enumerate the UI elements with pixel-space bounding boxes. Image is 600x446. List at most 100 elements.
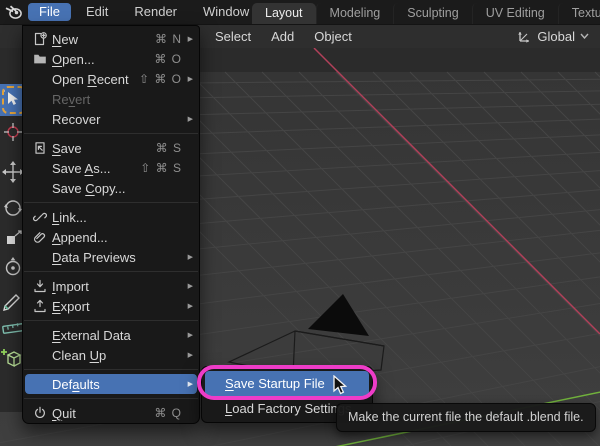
menu-item-shortcut: ⌘ O [154, 52, 182, 66]
save-icon [28, 141, 52, 155]
menu-item-clean-up[interactable]: Clean Up ▶ [25, 345, 197, 365]
menu-item-revert: Revert [25, 89, 197, 109]
menu-item-quit[interactable]: Quit ⌘ Q [25, 403, 197, 423]
rotate-tool[interactable] [0, 196, 22, 224]
menubar-item-render[interactable]: Render [123, 3, 188, 21]
menu-item-label: Append... [52, 229, 108, 245]
export-icon [28, 299, 52, 313]
blender-logo[interactable] [0, 0, 26, 24]
submenu-arrow-icon: ▶ [187, 352, 193, 359]
measure-tool-icon [0, 316, 22, 345]
folder-open-icon [28, 52, 52, 66]
annotation-ring [197, 365, 377, 400]
menu-item-label: Export [52, 298, 90, 314]
menubar-item-window[interactable]: Window [192, 3, 260, 21]
menu-item-label: Data Previews [52, 249, 136, 265]
menu-item-shortcut: ⇧ ⌘ S [140, 161, 182, 175]
topbar: FileEditRenderWindowHelp LayoutModelingS… [0, 0, 600, 24]
tab-layout[interactable]: Layout [252, 3, 316, 24]
file-new-icon [28, 32, 52, 46]
menu-item-label: Open Recent [52, 71, 129, 87]
menu-item-new[interactable]: New ⌘ N ▶ [25, 29, 197, 49]
header-menu-add[interactable]: Add [261, 29, 304, 44]
tab-uv-editing[interactable]: UV Editing [471, 3, 558, 24]
menu-item-label: Open... [52, 51, 95, 67]
submenu-arrow-icon: ▶ [187, 332, 193, 339]
menu-item-label: New [52, 31, 79, 47]
transform-tool-icon [0, 255, 22, 286]
scale-tool[interactable] [0, 228, 22, 256]
menu-separator [24, 369, 198, 370]
menu-item-label: Save Copy... [52, 180, 126, 196]
menu-item-label: Clean Up [52, 347, 107, 363]
annotate-tool-icon [0, 287, 22, 316]
menu-item-shortcut: ⌘ N [155, 32, 182, 46]
submenu-arrow-icon: ▶ [187, 116, 193, 123]
menu-item-data-previews[interactable]: Data Previews ▶ [25, 247, 197, 267]
menu-item-append[interactable]: Append... [25, 227, 197, 247]
add-cube-tool[interactable] [0, 347, 22, 375]
menu-item-external-data[interactable]: External Data ▶ [25, 325, 197, 345]
submenu-arrow-icon: ▶ [187, 381, 193, 388]
transform-tool[interactable] [0, 256, 22, 284]
orientation-value: Global [537, 28, 575, 44]
menu-separator [24, 202, 198, 203]
move-tool-icon [0, 159, 22, 190]
annotate-tool[interactable] [0, 287, 22, 315]
power-icon [28, 406, 52, 420]
chevron-down-icon [580, 33, 589, 39]
menu-separator [24, 133, 198, 134]
menu-item-save[interactable]: Save ⌘ S [25, 138, 197, 158]
menu-item-import[interactable]: Import ▶ [25, 276, 197, 296]
menu-item-defaults[interactable]: Defaults ▶ [25, 374, 197, 394]
tab-modeling[interactable]: Modeling [315, 3, 394, 24]
header-menu-object[interactable]: Object [304, 29, 362, 44]
mouse-cursor [333, 375, 348, 395]
menu-separator [24, 271, 198, 272]
viewport-header-menus: Select Add Object [205, 24, 362, 48]
blender-window: Select Add Object Global File Edit Render Win… [0, 0, 600, 446]
menubar-item-file[interactable]: File [28, 3, 71, 21]
menu-item-shortcut: ⌘ S [155, 141, 182, 155]
submenu-arrow-icon: ▶ [187, 283, 193, 290]
transform-orientation-dropdown[interactable]: Global [511, 26, 595, 46]
paperclip-icon [28, 230, 52, 244]
menubar-item-edit[interactable]: Edit [75, 3, 119, 21]
menu-item-link[interactable]: Link... [25, 207, 197, 227]
menu-item-label: Save [52, 140, 82, 156]
select-box-tool[interactable] [0, 84, 22, 116]
tab-texture-paint[interactable]: Texture Paint [557, 3, 600, 24]
header-menu-select[interactable]: Select [205, 29, 261, 44]
cursor-tool-icon [0, 120, 22, 149]
menu-separator [24, 320, 198, 321]
menu-item-label: Import [52, 278, 89, 294]
menu-separator [24, 398, 198, 399]
cursor-tool[interactable] [0, 120, 22, 148]
move-tool[interactable] [0, 160, 22, 188]
menu-item-label: Save As... [52, 160, 111, 176]
menu-item-label: External Data [52, 327, 131, 343]
rotate-tool-icon [0, 195, 22, 226]
workspace-tabs: LayoutModelingSculptingUV EditingTexture… [252, 0, 600, 24]
tab-sculpting[interactable]: Sculpting [393, 3, 471, 24]
submenu-arrow-icon: ▶ [187, 36, 193, 43]
menu-item-save-as[interactable]: Save As... ⇧ ⌘ S [25, 158, 197, 178]
menu-item-recover[interactable]: Recover ▶ [25, 109, 197, 129]
submenu-arrow-icon: ▶ [187, 254, 193, 261]
submenu-arrow-icon: ▶ [187, 76, 193, 83]
menu-item-label: Recover [52, 111, 101, 127]
menu-item-label: Defaults [52, 376, 100, 392]
tooltip-text: Make the current file the default .blend… [348, 410, 584, 424]
add-cube-tool-icon [0, 346, 22, 377]
menu-item-export[interactable]: Export ▶ [25, 296, 197, 316]
menu-item-open-recent[interactable]: Open Recent ⇧ ⌘ O ▶ [25, 69, 197, 89]
menu-item-shortcut: ⇧ ⌘ O [138, 72, 182, 86]
menu-item-open[interactable]: Open... ⌘ O [25, 49, 197, 69]
measure-tool[interactable] [0, 316, 22, 344]
menu-item-label: Quit [52, 405, 76, 421]
link-icon [28, 210, 52, 224]
menu-item-shortcut: ⌘ Q [154, 406, 182, 420]
menu-item-save-copy[interactable]: Save Copy... [25, 178, 197, 198]
tooltip: Make the current file the default .blend… [336, 403, 596, 432]
active-tool-annotation [2, 86, 22, 114]
